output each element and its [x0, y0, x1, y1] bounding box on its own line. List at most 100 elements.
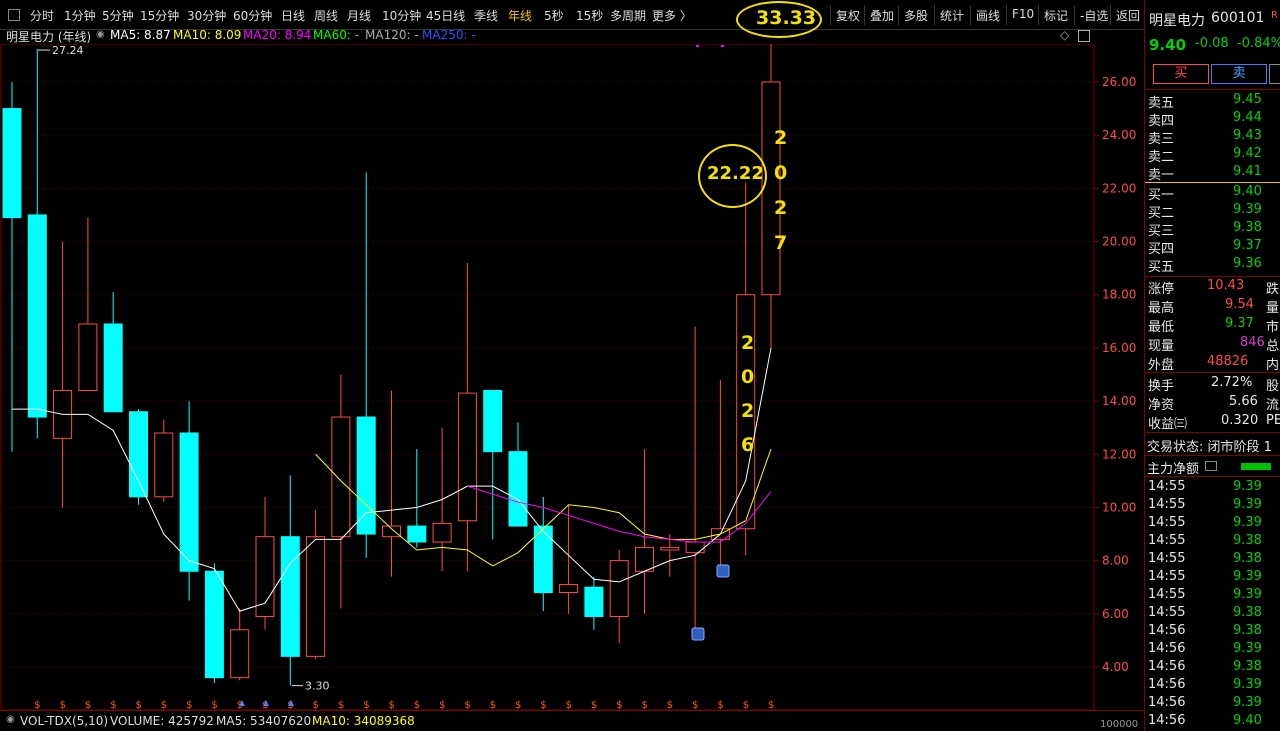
ma10-label: MA10: 8.09 — [173, 28, 242, 42]
year-2026-digit: 6 — [741, 434, 755, 456]
y-tick-label: 20.00 — [1102, 235, 1136, 249]
candle-body-up — [154, 432, 174, 498]
maximize-icon[interactable] — [1078, 30, 1090, 42]
tick-price: 9.40 — [1233, 713, 1262, 728]
stat-tail: 跌 — [1266, 282, 1280, 297]
dividend-marker: $ — [490, 700, 496, 710]
period-tab[interactable]: 年线 — [508, 7, 532, 24]
candle-body-down — [129, 411, 148, 498]
tool-button[interactable]: 标记 — [1038, 5, 1073, 25]
tick-row: 14:55 9.39 — [1145, 479, 1280, 497]
list-icon[interactable] — [1205, 461, 1217, 471]
min-price-label: 3.30 — [305, 680, 330, 693]
tick-row: 14:56 9.39 — [1145, 695, 1280, 713]
annotation-22-22: 22.22 — [707, 163, 764, 184]
stat2-label: 换手 — [1148, 379, 1175, 394]
period-tab[interactable]: 45日线 — [426, 7, 465, 24]
tick-row: 14:56 9.39 — [1145, 677, 1280, 695]
annotation-33-33: 33.33 — [756, 7, 817, 29]
indicator-toggle-icon[interactable]: ◉ — [6, 714, 15, 725]
volume-label: VOL-TDX(5,10) — [20, 714, 109, 728]
dividend-marker: $ — [717, 700, 723, 710]
tick-row: 14:55 9.39 — [1145, 569, 1280, 587]
stat2-row: 收益㈢ 0.320 PE — [1145, 413, 1280, 432]
tool-button[interactable]: 复权 — [830, 5, 865, 25]
dividend-marker: $ — [667, 700, 673, 710]
last-price: 9.40 — [1149, 36, 1187, 54]
price-change-pct: -0.84% — [1237, 36, 1280, 51]
stat-label: 涨停 — [1148, 282, 1175, 297]
tick-time: 14:55 — [1148, 533, 1186, 548]
period-tab[interactable]: 5分钟 — [102, 7, 134, 24]
period-tab[interactable]: 日线 — [281, 7, 305, 24]
period-tab[interactable]: 季线 — [474, 7, 498, 24]
stat2-row: 换手 2.72% 股 — [1145, 375, 1280, 394]
y-tick-label: 16.00 — [1102, 341, 1136, 355]
dividend-marker: $ — [414, 700, 420, 710]
period-tab[interactable]: 周线 — [314, 7, 338, 24]
ask-label: 卖一 — [1148, 168, 1175, 183]
ma250-label: MA250: - — [422, 28, 476, 42]
tool-button[interactable]: 返回 — [1110, 5, 1145, 25]
chart-header: 明星电力 (年线) ◉ MA5: 8.87 MA10: 8.09 MA20: 8… — [0, 28, 1100, 44]
ma5-label: MA5: 8.87 — [110, 28, 171, 42]
tool-button[interactable]: F10 — [1006, 5, 1039, 25]
kline-chart[interactable]: 26.0024.0022.0020.0018.0016.0014.0012.00… — [0, 44, 1144, 710]
tick-price: 9.39 — [1233, 569, 1262, 584]
stock-name: 明星电力 — [1149, 13, 1205, 29]
chevron-down-icon[interactable]: ◉ — [96, 29, 105, 40]
bid-label: 买二 — [1148, 206, 1175, 221]
tool-button[interactable]: 统计 — [934, 5, 969, 25]
period-tab[interactable]: 60分钟 — [233, 7, 272, 24]
y-tick-label: 10.00 — [1102, 500, 1136, 514]
period-tab[interactable]: 1分钟 — [64, 7, 96, 24]
dividend-marker: $ — [616, 700, 622, 710]
bid-label: 买三 — [1148, 224, 1175, 239]
stat-value: 48826 — [1207, 354, 1249, 369]
buy-button[interactable]: 买 — [1153, 64, 1209, 84]
dividend-marker: $ — [211, 700, 217, 710]
dividend-marker: $ — [439, 700, 445, 710]
candle-body-up — [761, 81, 781, 296]
bid-price: 9.37 — [1233, 238, 1262, 253]
tool-button[interactable]: 叠加 — [864, 5, 899, 25]
candle: $ — [710, 379, 730, 710]
marker-dot — [696, 45, 699, 47]
period-tab[interactable]: 更多 〉 — [652, 7, 692, 24]
tick-row: 14:56 9.38 — [1145, 623, 1280, 641]
tool-button[interactable]: -自选 — [1074, 5, 1113, 25]
tick-time: 14:55 — [1148, 551, 1186, 566]
y-tick-label: 26.00 — [1102, 75, 1136, 89]
ma20-label: MA20: 8.94 — [243, 28, 312, 42]
stat-tail: 内 — [1266, 358, 1280, 373]
main-flow-label: 主力净额 — [1147, 462, 1200, 477]
period-tab[interactable]: 多周期 — [610, 7, 646, 24]
period-tab[interactable]: 30分钟 — [187, 7, 226, 24]
tool-button[interactable]: 画线 — [970, 5, 1005, 25]
y-tick-label: 6.00 — [1102, 607, 1129, 621]
candle: $ — [356, 172, 376, 710]
candle: $ — [483, 389, 503, 710]
sell-button[interactable]: 卖 — [1211, 64, 1267, 84]
period-tab[interactable]: 月线 — [347, 7, 371, 24]
diamond-icon[interactable]: ◇ — [1060, 28, 1069, 42]
candle-body-down — [508, 451, 528, 527]
year-2026-digit: 2 — [741, 332, 755, 354]
period-tab[interactable]: 5秒 — [544, 7, 564, 24]
bid-row: 买五 9.36 — [1145, 256, 1280, 275]
tick-price: 9.39 — [1233, 479, 1262, 494]
period-tab[interactable]: 15秒 — [576, 7, 603, 24]
menu-icon[interactable] — [8, 9, 20, 21]
candle: $ — [204, 563, 224, 710]
more-button[interactable] — [1269, 64, 1280, 84]
period-tab[interactable]: 10分钟 — [382, 7, 421, 24]
period-tab[interactable]: 15分钟 — [140, 7, 179, 24]
tool-button[interactable]: 多股 — [898, 5, 933, 25]
stat2-tail: 流 — [1266, 398, 1280, 413]
tick-price: 9.38 — [1233, 605, 1262, 620]
period-tab[interactable]: 分时 — [30, 7, 54, 24]
trade-state: 交易状态: 闭市阶段 1 — [1147, 440, 1272, 455]
candle: $ — [685, 326, 705, 710]
tick-row: 14:56 9.40 — [1145, 713, 1280, 731]
stat-row: 最高 9.54 量 — [1145, 297, 1280, 316]
